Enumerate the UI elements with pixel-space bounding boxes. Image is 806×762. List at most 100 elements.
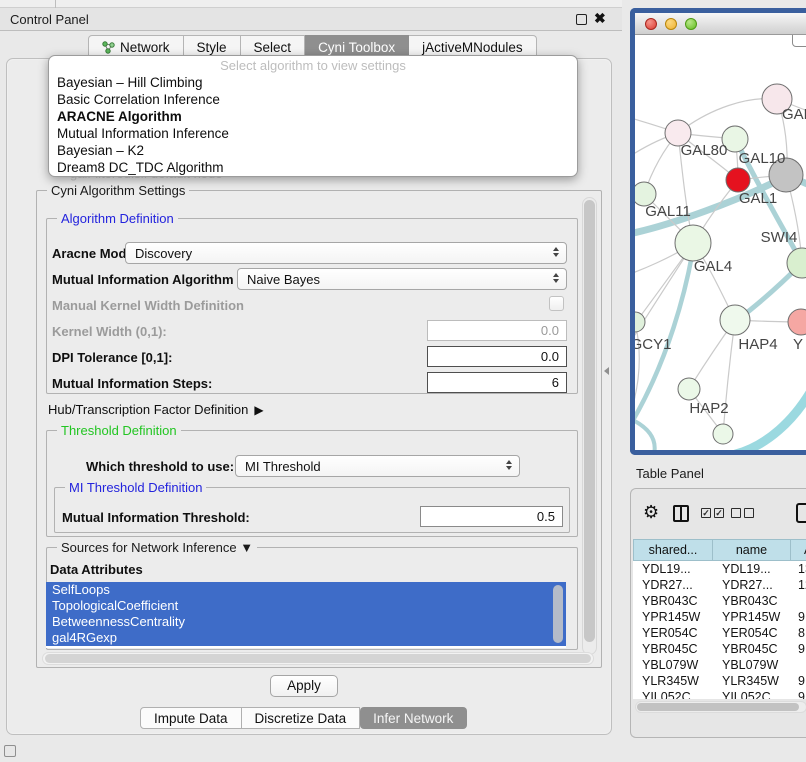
data-attribute-item[interactable]: gal4RGexp <box>46 630 566 646</box>
expand-arrow-icon[interactable]: ▶ <box>254 403 263 417</box>
table-cell: YBR043C <box>713 593 791 609</box>
mi-steps-label: Mutual Information Steps: <box>52 376 212 391</box>
mi-algorithm-type-select[interactable]: Naive Bayes <box>237 268 567 290</box>
table-cell: 9. <box>791 673 806 689</box>
node-label: HAP2 <box>689 400 728 417</box>
settings-group-title: Cyni Algorithm Settings <box>47 183 189 198</box>
scrollbar-thumb[interactable] <box>45 654 591 663</box>
table-row[interactable]: YER054CYER054C8. <box>633 625 806 641</box>
algorithm-option[interactable]: Mutual Information Inference <box>49 125 577 142</box>
mi-threshold-field[interactable]: 0.5 <box>420 506 563 527</box>
network-canvas[interactable]: GALGAL80GAL10GAL1GAL11SWI4GAL4GCY1HAP4YH… <box>635 35 806 450</box>
table-horizontal-scrollbar[interactable] <box>635 701 806 713</box>
table-row[interactable]: YBR043CYBR043C <box>633 593 806 609</box>
network-node-gal4[interactable] <box>675 225 711 261</box>
collapse-arrow-icon[interactable]: ▼ <box>240 540 253 555</box>
algorithm-dropdown-popup: Select algorithm to view settings Bayesi… <box>48 55 578 177</box>
sources-title-text: Sources for Network Inference <box>61 540 237 555</box>
algorithm-option[interactable]: Bayesian – Hill Climbing <box>49 74 577 91</box>
restore-panel-icon[interactable] <box>4 745 16 757</box>
dpi-tolerance-field[interactable]: 0.0 <box>427 346 567 367</box>
network-window-titlebar[interactable] <box>635 13 806 35</box>
splitter-collapse-icon[interactable] <box>604 367 609 375</box>
combo-stepper-icon <box>506 460 512 470</box>
algorithm-option[interactable]: ARACNE Algorithm <box>49 108 577 125</box>
data-attribute-item[interactable]: BetweennessCentrality <box>46 614 566 630</box>
network-icon <box>102 41 115 54</box>
select-all-checkbox-icon[interactable]: ✓ <box>701 508 711 518</box>
data-attributes-label: Data Attributes <box>50 562 143 577</box>
network-node-gcy1[interactable] <box>635 312 645 332</box>
settings-horizontal-scrollbar[interactable] <box>42 652 594 665</box>
threshold-definition-title: Threshold Definition <box>57 423 181 438</box>
aracne-mode-select[interactable]: Discovery <box>125 242 567 264</box>
table-cell: YDR27... <box>633 577 713 593</box>
float-window-icon[interactable] <box>576 14 587 25</box>
bottom-tab-discretize-data[interactable]: Discretize Data <box>242 707 361 729</box>
close-icon[interactable]: ✖ <box>594 10 606 27</box>
table-cell: YDR27... <box>713 577 791 593</box>
show-columns-icon[interactable] <box>673 505 689 522</box>
node-label: SWI4 <box>761 229 798 246</box>
sources-group-title: Sources for Network Inference ▼ <box>57 540 257 555</box>
algorithm-option[interactable]: Bayesian – K2 <box>49 142 577 159</box>
deselect-all-checkbox-icon-2[interactable] <box>744 508 754 518</box>
table-column-header[interactable]: name <box>713 539 791 561</box>
algorithm-option[interactable]: Basic Correlation Inference <box>49 91 577 108</box>
table-row[interactable]: YIL052CYIL052C9 <box>633 689 806 699</box>
table-header-row: shared...nameA <box>633 539 806 561</box>
table-column-header[interactable]: A <box>791 539 806 561</box>
deselect-all-checkbox-icon[interactable] <box>731 508 741 518</box>
birdseye-corner[interactable] <box>792 35 806 47</box>
table-cell: YER054C <box>713 625 791 641</box>
function-builder-icon[interactable] <box>796 503 806 523</box>
table-cell: YPR145W <box>633 609 713 625</box>
network-node-hap4[interactable] <box>720 305 750 335</box>
node-label: Y <box>793 336 803 353</box>
table-cell: 9. <box>791 641 806 657</box>
node-label: GCY1 <box>635 336 671 353</box>
data-attribute-item[interactable]: SelfLoops <box>46 582 566 598</box>
zoom-traffic-light[interactable] <box>685 18 697 30</box>
table-column-header[interactable]: shared... <box>633 539 713 561</box>
gear-icon[interactable]: ⚙ <box>643 502 659 523</box>
data-attribute-item[interactable]: TopologicalCoefficient <box>46 598 566 614</box>
manual-kernel-width-label: Manual Kernel Width Definition <box>52 298 244 313</box>
hub-section-toggle[interactable]: Hub/Transcription Factor Definition▶ <box>48 402 264 417</box>
divider <box>55 0 56 8</box>
bottom-tab-infer-network[interactable]: Infer Network <box>360 707 467 729</box>
table-cell: 9. <box>791 609 806 625</box>
minimize-traffic-light[interactable] <box>665 18 677 30</box>
cyni-bottom-tabs: Impute DataDiscretize DataInfer Network <box>140 707 467 729</box>
table-row[interactable]: YLR345WYLR345W9. <box>633 673 806 689</box>
close-traffic-light[interactable] <box>645 18 657 30</box>
mi-steps-field[interactable]: 6 <box>427 372 567 393</box>
network-node-y[interactable] <box>788 309 806 335</box>
algorithm-definition-title: Algorithm Definition <box>57 211 178 226</box>
network-node-gal1[interactable] <box>726 168 750 192</box>
settings-vertical-scrollbar[interactable] <box>582 197 597 655</box>
application-window: Control Panel ✖ NetworkStyleSelectCyni T… <box>0 0 806 762</box>
scrollbar-thumb[interactable] <box>637 703 799 711</box>
which-threshold-label: Which threshold to use: <box>86 459 234 474</box>
network-node-hap2[interactable] <box>678 378 700 400</box>
tab-label: Network <box>120 40 170 55</box>
table-row[interactable]: YPR145WYPR145W9. <box>633 609 806 625</box>
data-attributes-list[interactable]: SelfLoopsTopologicalCoefficientBetweenne… <box>46 582 566 648</box>
algorithm-option[interactable]: Dream8 DC_TDC Algorithm <box>49 159 577 176</box>
network-edge[interactable] <box>635 416 655 450</box>
node-label: GAL10 <box>739 150 786 167</box>
table-cell: YER054C <box>633 625 713 641</box>
list-scrollbar[interactable] <box>553 585 563 643</box>
table-row[interactable]: YBR045CYBR045C9. <box>633 641 806 657</box>
apply-button[interactable]: Apply <box>270 675 338 697</box>
table-row[interactable]: YDR27...YDR27...12 <box>633 577 806 593</box>
bottom-tab-impute-data[interactable]: Impute Data <box>140 707 242 729</box>
network-edge[interactable] <box>736 382 806 450</box>
table-row[interactable]: YBL079WYBL079W <box>633 657 806 673</box>
select-all-checkbox-icon-2[interactable]: ✓ <box>714 508 724 518</box>
which-threshold-select[interactable]: MI Threshold <box>235 455 520 477</box>
table-row[interactable]: YDL19...YDL19...13 <box>633 561 806 577</box>
scrollbar-thumb[interactable] <box>584 200 595 642</box>
network-node[interactable] <box>713 424 733 444</box>
